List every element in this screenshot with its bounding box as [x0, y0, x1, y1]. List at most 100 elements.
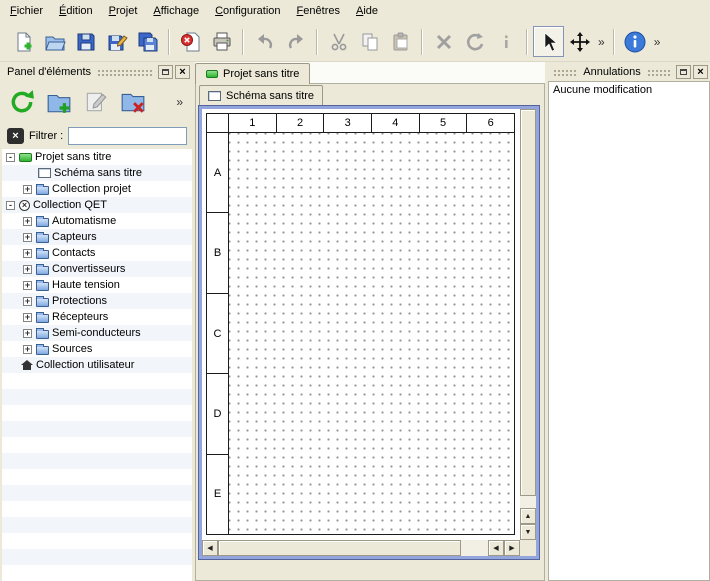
- close-panel-button[interactable]: [693, 65, 708, 79]
- tree-item-collection-utilisateur[interactable]: Collection utilisateur: [2, 357, 192, 373]
- tree-item-automatisme[interactable]: + Automatisme: [2, 213, 192, 229]
- tree-item-schema[interactable]: Schéma sans titre: [2, 165, 192, 181]
- copy-button[interactable]: [354, 26, 385, 57]
- scroll-left-button[interactable]: [488, 540, 504, 556]
- menu-projet[interactable]: Projet: [101, 2, 146, 20]
- tree-item-haute-tension[interactable]: + Haute tension: [2, 277, 192, 293]
- scroll-down-button[interactable]: [520, 524, 536, 540]
- delete-element-button[interactable]: [117, 86, 149, 118]
- print-button[interactable]: [206, 26, 237, 57]
- close-file-button[interactable]: [175, 26, 206, 57]
- refresh-icon: [9, 89, 35, 115]
- row-header: C: [207, 294, 228, 374]
- info-icon: [495, 31, 517, 53]
- undo-panel-title: Annulations: [580, 66, 644, 78]
- dock-drag-handle[interactable]: [553, 68, 577, 76]
- open-document-button[interactable]: [39, 26, 70, 57]
- tree-item-collection-projet[interactable]: + Collection projet: [2, 181, 192, 197]
- undo-button[interactable]: [249, 26, 280, 57]
- tab-projet-sans-titre[interactable]: Projet sans titre: [195, 63, 310, 84]
- tree-item-recepteurs[interactable]: + Récepteurs: [2, 309, 192, 325]
- horizontal-scrollbar[interactable]: [202, 540, 520, 556]
- delete-button[interactable]: [428, 26, 459, 57]
- about-info-button[interactable]: [620, 26, 651, 57]
- elements-panel: Panel d'éléments » Filtrer : - Projet sa…: [2, 63, 192, 581]
- menu-affichage[interactable]: Affichage: [145, 2, 207, 20]
- expander-icon[interactable]: +: [23, 217, 32, 226]
- expander-icon[interactable]: +: [23, 249, 32, 258]
- clear-filter-button[interactable]: [7, 128, 24, 144]
- float-panel-button[interactable]: [158, 65, 173, 79]
- tree-item-sources[interactable]: + Sources: [2, 341, 192, 357]
- float-panel-button[interactable]: [676, 65, 691, 79]
- scroll-right-button[interactable]: [504, 540, 520, 556]
- scrollbar-thumb[interactable]: [520, 109, 536, 496]
- tree-item-semi-conducteurs[interactable]: + Semi-conducteurs: [2, 325, 192, 341]
- tree-item-label: Schéma sans titre: [54, 167, 142, 179]
- scroll-up-button[interactable]: [520, 508, 536, 524]
- filter-input[interactable]: [68, 127, 187, 145]
- column-header: 4: [372, 114, 420, 132]
- expander-icon[interactable]: +: [23, 185, 32, 194]
- expander-icon[interactable]: -: [6, 153, 15, 162]
- folder-icon: [36, 282, 49, 291]
- row-header: E: [207, 455, 228, 534]
- expander-icon[interactable]: +: [23, 233, 32, 242]
- scrollbar-track[interactable]: [520, 496, 536, 508]
- panel-toolbar-overflow-chevron[interactable]: »: [173, 95, 186, 109]
- undo-list[interactable]: Aucune modification: [548, 81, 710, 581]
- tree-item-capteurs[interactable]: + Capteurs: [2, 229, 192, 245]
- row-header: D: [207, 374, 228, 454]
- vertical-scrollbar[interactable]: [520, 109, 536, 540]
- schema-view-window: 1 2 3 4 5 6 A B C: [198, 105, 540, 560]
- close-panel-button[interactable]: [175, 65, 190, 79]
- save-button[interactable]: [70, 26, 101, 57]
- folder-icon: [36, 186, 49, 195]
- menu-configuration[interactable]: Configuration: [207, 2, 288, 20]
- menu-fenetres[interactable]: Fenêtres: [289, 2, 348, 20]
- elements-panel-titlebar: Panel d'éléments: [2, 63, 192, 81]
- rotate-button[interactable]: [459, 26, 490, 57]
- expander-icon[interactable]: +: [23, 329, 32, 338]
- reload-collections-button[interactable]: [6, 86, 38, 118]
- scroll-left-button[interactable]: [202, 540, 218, 556]
- close-icon: [697, 67, 703, 77]
- expander-icon[interactable]: +: [23, 345, 32, 354]
- tree-item-convertisseurs[interactable]: + Convertisseurs: [2, 261, 192, 277]
- expander-icon[interactable]: +: [23, 281, 32, 290]
- save-all-button[interactable]: [132, 26, 163, 57]
- folder-icon: [36, 330, 49, 339]
- dock-drag-handle[interactable]: [97, 68, 153, 76]
- tab-schema-sans-titre[interactable]: Schéma sans titre: [199, 85, 323, 105]
- expander-icon[interactable]: +: [23, 313, 32, 322]
- save-all-icon: [137, 31, 159, 53]
- expander-icon[interactable]: +: [23, 297, 32, 306]
- tree-item-contacts[interactable]: + Contacts: [2, 245, 192, 261]
- schema-canvas[interactable]: [229, 133, 514, 534]
- element-info-button[interactable]: [490, 26, 521, 57]
- column-header: 3: [324, 114, 372, 132]
- cut-button[interactable]: [323, 26, 354, 57]
- tree-item-protections[interactable]: + Protections: [2, 293, 192, 309]
- tree-item-collection-qet[interactable]: - Collection QET: [2, 197, 192, 213]
- save-as-button[interactable]: [101, 26, 132, 57]
- menu-aide[interactable]: Aide: [348, 2, 386, 20]
- scrollbar-thumb[interactable]: [218, 540, 461, 556]
- menu-edition[interactable]: Édition: [51, 2, 101, 20]
- edit-element-button[interactable]: [80, 86, 112, 118]
- new-element-button[interactable]: [43, 86, 75, 118]
- project-pane: Schéma sans titre 1 2 3 4 5: [195, 84, 545, 581]
- toolbar-overflow-chevron[interactable]: »: [595, 35, 608, 49]
- paste-button[interactable]: [385, 26, 416, 57]
- move-mode-button[interactable]: [564, 26, 595, 57]
- tree-item-project[interactable]: - Projet sans titre: [2, 149, 192, 165]
- dock-drag-handle[interactable]: [647, 68, 671, 76]
- select-mode-button[interactable]: [533, 26, 564, 57]
- menu-fichier[interactable]: Fichier: [2, 2, 51, 20]
- redo-button[interactable]: [280, 26, 311, 57]
- toolbar-overflow-chevron[interactable]: »: [651, 35, 664, 49]
- expander-icon[interactable]: +: [23, 265, 32, 274]
- expander-icon[interactable]: -: [6, 201, 15, 210]
- scrollbar-track[interactable]: [218, 540, 488, 556]
- new-document-button[interactable]: [8, 26, 39, 57]
